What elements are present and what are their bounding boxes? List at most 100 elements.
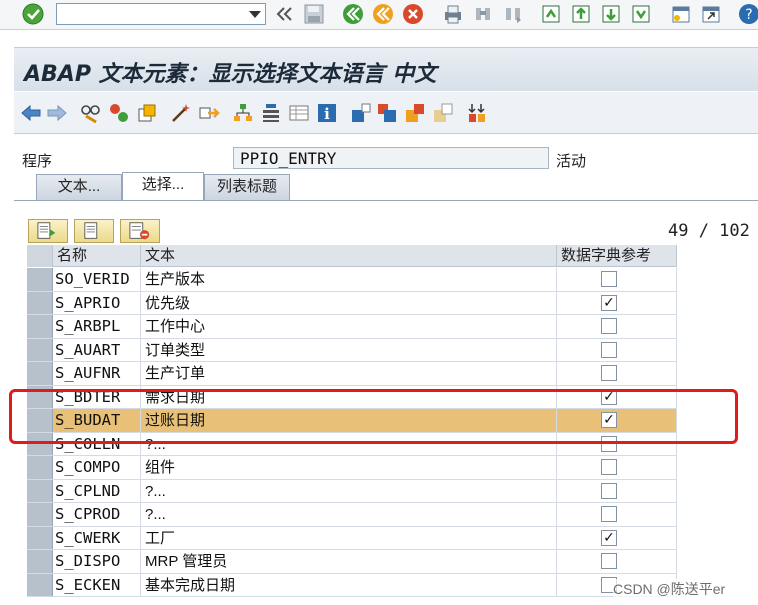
print-icon[interactable] bbox=[442, 3, 464, 25]
compare-icon[interactable] bbox=[404, 102, 426, 124]
new-session-icon[interactable] bbox=[670, 3, 692, 25]
table-row[interactable]: S_AUFNR 生产订单 bbox=[27, 362, 677, 386]
column-header-dict-ref[interactable]: 数据字典参考 bbox=[557, 245, 677, 267]
back-icon[interactable] bbox=[342, 3, 364, 25]
move-icon[interactable] bbox=[432, 102, 454, 124]
save-icon[interactable] bbox=[303, 3, 325, 25]
find-next-icon[interactable] bbox=[502, 3, 524, 25]
dict-ref-checkbox[interactable] bbox=[601, 271, 617, 287]
row-selector[interactable] bbox=[27, 573, 53, 596]
table-row[interactable]: S_CPROD ?... bbox=[27, 503, 677, 527]
next-page-icon[interactable] bbox=[600, 3, 622, 25]
system-toolbar: ? bbox=[0, 0, 758, 30]
info-icon[interactable]: i bbox=[316, 102, 338, 124]
dict-ref-checkbox[interactable]: ✓ bbox=[601, 529, 617, 546]
row-name: S_COMPO bbox=[53, 456, 141, 479]
table-row[interactable]: S_COMPO 组件 bbox=[27, 456, 677, 480]
row-selector[interactable] bbox=[27, 550, 53, 573]
double-chevron-left-icon[interactable] bbox=[274, 3, 296, 25]
delete-row-button[interactable] bbox=[120, 219, 160, 243]
help-icon[interactable]: ? bbox=[738, 3, 758, 25]
row-text-input[interactable]: 组件 bbox=[141, 456, 557, 479]
dict-ref-checkbox[interactable] bbox=[601, 482, 617, 499]
row-text-input[interactable]: 生产版本 bbox=[141, 268, 557, 291]
row-name: S_AUFNR bbox=[53, 362, 141, 385]
sap-window: ? ABAP 文本元素：显示选择文本语言 中文 i 程序 PPIO_ENTRY … bbox=[0, 0, 758, 605]
table-row[interactable]: S_CPLND ?... bbox=[27, 479, 677, 503]
command-field[interactable] bbox=[56, 3, 266, 25]
enter-check-icon[interactable] bbox=[22, 3, 44, 25]
table-row[interactable]: S_DISPO MRP 管理员 bbox=[27, 550, 677, 574]
first-page-icon[interactable] bbox=[540, 3, 562, 25]
display-change-icon[interactable] bbox=[80, 102, 102, 124]
annotation-highlight-box bbox=[9, 389, 738, 444]
table-row[interactable]: S_ECKEN 基本完成日期 bbox=[27, 573, 677, 597]
row-text-input[interactable]: 优先级 bbox=[141, 291, 557, 314]
row-text-input[interactable]: 工厂 bbox=[141, 526, 557, 549]
outline-icon[interactable] bbox=[260, 102, 282, 124]
row-text-input[interactable]: MRP 管理员 bbox=[141, 550, 557, 573]
details-button[interactable] bbox=[28, 219, 68, 243]
row-selector[interactable] bbox=[27, 338, 53, 361]
table-row[interactable]: SO_VERID 生产版本 bbox=[27, 268, 677, 292]
prev-object-icon[interactable] bbox=[20, 102, 42, 124]
row-selector[interactable] bbox=[27, 456, 53, 479]
dict-ref-checkbox[interactable] bbox=[601, 459, 617, 475]
table-view-icon[interactable] bbox=[288, 102, 310, 124]
tab-list-headings[interactable]: 列表标题 bbox=[204, 174, 290, 200]
column-header-name[interactable]: 名称 bbox=[53, 245, 141, 267]
row-selector[interactable] bbox=[27, 315, 53, 338]
tab-selection-texts[interactable]: 选择... bbox=[122, 172, 204, 201]
shortcut-icon[interactable] bbox=[700, 3, 722, 25]
column-header-text[interactable]: 文本 bbox=[141, 245, 557, 267]
table-row[interactable]: S_APRIO 优先级 ✓ bbox=[27, 291, 677, 315]
dict-ref-checkbox[interactable] bbox=[601, 341, 617, 358]
table-row[interactable]: S_AUART 订单类型 bbox=[27, 338, 677, 362]
svg-text:?: ? bbox=[745, 7, 752, 23]
dict-ref-checkbox[interactable] bbox=[601, 365, 617, 381]
row-text-input[interactable]: ?... bbox=[141, 503, 557, 526]
row-selector[interactable] bbox=[27, 291, 53, 314]
row-selector[interactable] bbox=[27, 479, 53, 502]
row-text-input[interactable]: 工作中心 bbox=[141, 315, 557, 338]
magic-wand-icon[interactable] bbox=[170, 102, 192, 124]
title-bar: ABAP 文本元素：显示选择文本语言 中文 bbox=[14, 47, 758, 91]
row-selector[interactable] bbox=[27, 268, 53, 291]
row-name: S_ARBPL bbox=[53, 315, 141, 338]
row-text-input[interactable]: 生产订单 bbox=[141, 362, 557, 385]
prev-page-icon[interactable] bbox=[570, 3, 592, 25]
edit-button[interactable] bbox=[74, 219, 114, 243]
row-text-input[interactable]: 订单类型 bbox=[141, 338, 557, 361]
row-text-input[interactable]: ?... bbox=[141, 479, 557, 502]
find-icon[interactable] bbox=[472, 3, 494, 25]
insert-icon[interactable] bbox=[350, 102, 372, 124]
dict-ref-checkbox[interactable] bbox=[601, 506, 617, 522]
other-object-icon[interactable] bbox=[136, 102, 158, 124]
chevron-down-icon[interactable] bbox=[249, 11, 261, 18]
active-inactive-icon[interactable] bbox=[108, 102, 130, 124]
row-selector[interactable] bbox=[27, 503, 53, 526]
dict-ref-checkbox[interactable] bbox=[601, 553, 617, 569]
row-selector[interactable] bbox=[27, 362, 53, 385]
table-row[interactable]: S_ARBPL 工作中心 bbox=[27, 315, 677, 339]
dict-ref-checkbox[interactable] bbox=[601, 318, 617, 334]
table-row[interactable]: S_CWERK 工厂 ✓ bbox=[27, 526, 677, 550]
dict-ref-checkbox[interactable]: ✓ bbox=[601, 294, 617, 311]
row-name: SO_VERID bbox=[53, 268, 141, 291]
entry-counter: 49 / 102 bbox=[668, 221, 750, 241]
where-used-icon[interactable] bbox=[198, 102, 220, 124]
sort-icon[interactable] bbox=[466, 102, 488, 124]
last-page-icon[interactable] bbox=[630, 3, 652, 25]
copy-icon[interactable] bbox=[376, 102, 398, 124]
program-value: PPIO_ENTRY bbox=[240, 149, 337, 168]
exit-icon[interactable] bbox=[372, 3, 394, 25]
hierarchy-icon[interactable] bbox=[232, 102, 254, 124]
row-selector[interactable] bbox=[27, 526, 53, 549]
cancel-icon[interactable] bbox=[402, 3, 424, 25]
watermark: CSDN @陈送平er bbox=[613, 579, 726, 599]
row-text-input[interactable]: 基本完成日期 bbox=[141, 573, 557, 596]
select-all-corner[interactable] bbox=[27, 245, 53, 267]
tab-text-symbols[interactable]: 文本... bbox=[36, 174, 122, 200]
svg-text:i: i bbox=[324, 105, 330, 123]
next-object-icon[interactable] bbox=[46, 102, 68, 124]
